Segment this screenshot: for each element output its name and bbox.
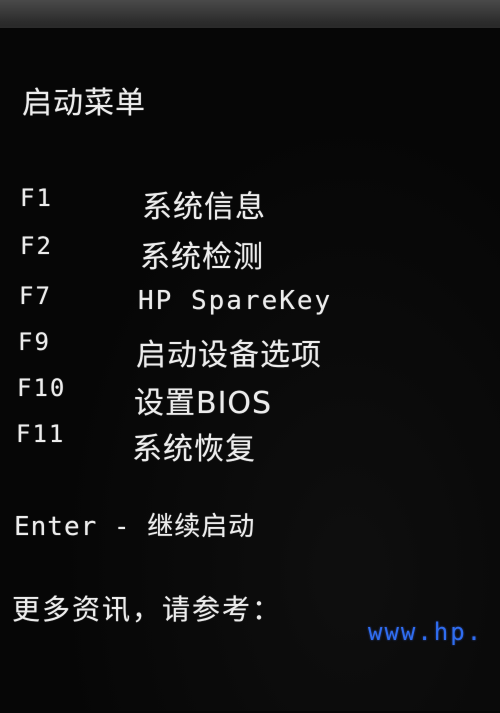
menu-title: 启动菜单 xyxy=(22,86,146,121)
menu-item-label-system-test[interactable]: 系统检测 xyxy=(140,232,264,276)
menu-item-key-f2[interactable]: F2 xyxy=(20,232,53,260)
menu-item-label-boot-device-options[interactable]: 启动设备选项 xyxy=(136,330,322,374)
menu-item-label-hp-sparekey[interactable]: HP SpareKey xyxy=(138,286,332,316)
more-info-label: 更多资讯，请参考： xyxy=(12,593,283,626)
menu-item-key-f9[interactable]: F9 xyxy=(18,328,51,356)
menu-item-key-f7[interactable]: F7 xyxy=(19,282,52,310)
menu-item-key-f1[interactable]: F1 xyxy=(20,184,53,212)
menu-item-label-system-recovery[interactable]: 系统恢复 xyxy=(132,424,256,468)
hp-website-link[interactable]: www.hp. xyxy=(368,618,483,646)
menu-item-label-bios-setup[interactable]: 设置BIOS xyxy=(134,378,272,422)
menu-item-key-f11[interactable]: F11 xyxy=(16,420,65,448)
menu-item-key-f10[interactable]: F10 xyxy=(17,374,66,402)
enter-continue-boot[interactable]: Enter - 继续启动 xyxy=(14,506,255,543)
menu-item-label-system-info[interactable]: 系统信息 xyxy=(142,182,266,226)
